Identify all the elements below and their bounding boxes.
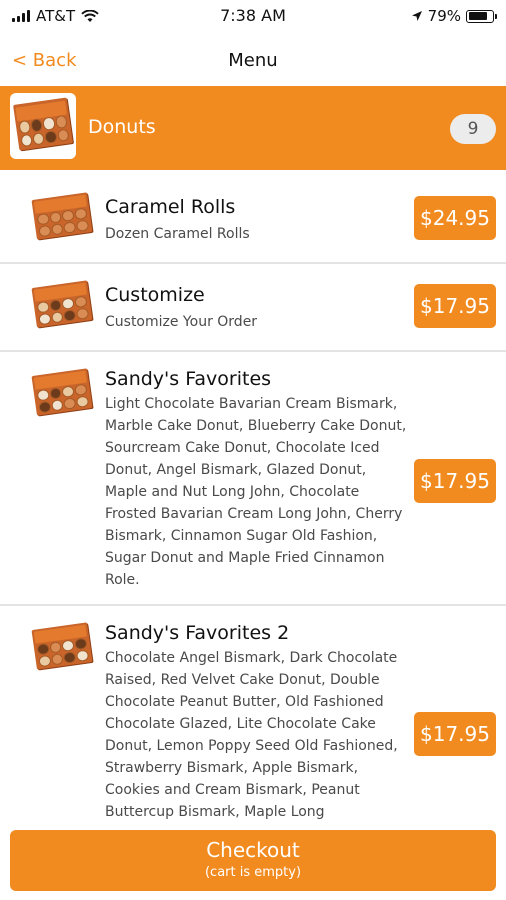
caramel-rolls-box-icon [31, 192, 93, 240]
category-title: Donuts [88, 116, 156, 138]
item-description: Chocolate Angel Bismark, Dark Chocolate … [105, 650, 398, 820]
location-arrow-icon [411, 11, 422, 21]
checkout-button[interactable]: Checkout (cart is empty) [10, 830, 496, 891]
checkout-label: Checkout [206, 838, 300, 862]
battery-icon [466, 9, 497, 23]
donut-box-icon [31, 368, 93, 416]
category-count-badge: 9 [450, 114, 496, 144]
donut-box-icon [31, 622, 93, 670]
item-thumbnail [31, 192, 93, 240]
price-button[interactable]: $17.95 [414, 712, 496, 756]
menu-item[interactable]: Sandy's Favorites 2 Chocolate Angel Bism… [0, 606, 506, 820]
item-name: Sandy's Favorites 2 [105, 622, 290, 644]
checkout-bar: Checkout (cart is empty) [0, 820, 506, 900]
item-thumbnail [31, 280, 93, 328]
battery-percent: 79% [427, 7, 461, 25]
donut-box-icon [13, 97, 73, 151]
donut-box-icon [31, 280, 93, 328]
menu-item[interactable]: Caramel Rolls Dozen Caramel Rolls $24.95 [0, 172, 506, 264]
battery-level [468, 12, 487, 20]
menu-item[interactable]: Sandy's Favorites Light Chocolate Bavari… [0, 352, 506, 606]
item-description: Dozen Caramel Rolls [105, 226, 250, 242]
item-name: Caramel Rolls [105, 196, 236, 218]
item-name: Customize [105, 284, 205, 306]
page-title: Menu [228, 50, 278, 71]
status-right: 79% [411, 7, 497, 25]
price-button[interactable]: $24.95 [414, 196, 496, 240]
menu-item[interactable]: Customize Customize Your Order $17.95 [0, 264, 506, 352]
navigation-bar: < Back Menu [0, 34, 506, 86]
item-thumbnail [31, 368, 93, 416]
cart-status-label: (cart is empty) [204, 865, 302, 880]
item-name: Sandy's Favorites [105, 368, 272, 390]
category-thumbnail [10, 93, 76, 159]
item-thumbnail [31, 622, 93, 670]
price-button[interactable]: $17.95 [414, 284, 496, 328]
item-description: Light Chocolate Bavarian Cream Bismark, … [105, 396, 407, 588]
status-bar: AT&T 7:38 AM 79% [0, 0, 506, 34]
category-header[interactable]: Donuts 9 [0, 86, 506, 170]
item-description: Customize Your Order [105, 314, 258, 330]
price-button[interactable]: $17.95 [414, 459, 496, 503]
menu-list[interactable]: Caramel Rolls Dozen Caramel Rolls $24.95… [0, 172, 506, 820]
